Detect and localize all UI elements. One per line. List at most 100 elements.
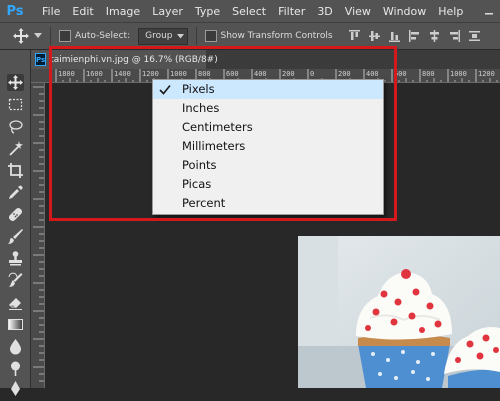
menu-item-centimeters[interactable]: Centimeters	[153, 118, 383, 137]
menu-item-pixels[interactable]: Pixels	[153, 80, 383, 99]
document-tab-bar: Ps taimienphi.vn.jpg @ 16.7% (RGB/8#)	[31, 50, 500, 69]
ruler-tick-label: 0	[310, 70, 315, 78]
menu-file[interactable]: File	[36, 5, 66, 18]
menu-image[interactable]: Image	[100, 5, 146, 18]
menu-item-label: Percent	[182, 196, 226, 210]
align-buttons	[348, 30, 480, 42]
ruler-tick-label: 1200	[478, 70, 495, 78]
ruler-tick-label: 1800	[58, 70, 75, 78]
menu-select[interactable]: Select	[226, 5, 272, 18]
ruler-tick-label: 800	[198, 70, 211, 78]
magic-wand-icon	[9, 141, 23, 156]
menu-item-points[interactable]: Points	[153, 156, 383, 175]
menu-filter[interactable]: Filter	[272, 5, 311, 18]
clone-stamp-tool-button[interactable]	[7, 250, 24, 267]
move-tool-icon[interactable]	[12, 27, 30, 45]
auto-select-label: Auto-Select:	[75, 31, 131, 41]
blur-icon	[10, 339, 21, 355]
auto-select-value: Group	[145, 30, 173, 41]
dodge-tool-button[interactable]	[7, 360, 24, 377]
checkmark-icon	[159, 84, 171, 95]
menu-item-percent[interactable]: Percent	[153, 194, 383, 213]
pen-icon	[11, 381, 20, 396]
history-brush-icon	[8, 272, 23, 287]
ruler-tick-label: 1000	[450, 70, 467, 78]
ruler-left[interactable]	[31, 83, 45, 388]
ruler-tick-label: 600	[226, 70, 239, 78]
menu-item-label: Picas	[182, 177, 212, 191]
menu-item-inches[interactable]: Inches	[153, 99, 383, 118]
lasso-tool-button[interactable]	[7, 118, 24, 135]
eraser-tool-button[interactable]	[7, 294, 24, 311]
dodge-icon	[11, 361, 20, 376]
document-title: taimienphi.vn.jpg @ 16.7% (RGB/8#)	[50, 54, 218, 65]
marquee-icon	[8, 98, 23, 111]
tools-panel	[0, 50, 31, 396]
menu-window[interactable]: Window	[377, 5, 432, 18]
eyedropper-icon	[9, 185, 23, 199]
menu-view[interactable]: View	[339, 5, 377, 18]
healing-brush-icon	[8, 207, 23, 222]
align-bottom-icon[interactable]	[388, 30, 400, 42]
cupcake-image	[298, 236, 500, 388]
history-brush-tool-button[interactable]	[7, 272, 24, 289]
menu-layer[interactable]: Layer	[146, 5, 189, 18]
ruler-units-menu: Pixels Inches Centimeters Millimeters Po…	[152, 79, 384, 215]
ruler-left-ticks	[33, 86, 44, 382]
separator	[50, 27, 51, 45]
chevron-down-icon[interactable]	[34, 33, 42, 39]
healing-brush-tool-button[interactable]	[7, 206, 24, 223]
magic-wand-tool-button[interactable]	[7, 140, 24, 157]
menu-help[interactable]: Help	[432, 5, 469, 18]
menu-item-label: Points	[182, 158, 217, 172]
gradient-icon	[8, 319, 23, 330]
options-bar: Auto-Select: Group Show Transform Contro…	[0, 22, 500, 50]
lasso-icon	[9, 120, 23, 134]
ruler-tick-label: 1600	[86, 70, 103, 78]
ruler-tick-label: 200	[282, 70, 295, 78]
move-icon	[8, 75, 23, 90]
align-left-icon[interactable]	[408, 30, 420, 42]
menu-type[interactable]: Type	[189, 5, 226, 18]
photoshop-doc-icon: Ps	[35, 53, 47, 66]
auto-select-checkbox[interactable]	[59, 30, 71, 42]
ruler-tick-label: 400	[366, 70, 379, 78]
show-transform-checkbox[interactable]	[204, 30, 217, 42]
ruler-tick-label: 1000	[170, 70, 187, 78]
document-tab[interactable]: Ps taimienphi.vn.jpg @ 16.7% (RGB/8#)	[31, 50, 218, 69]
minimize-icon[interactable]	[484, 6, 494, 16]
main-menu: File Edit Image Layer Type Select Filter…	[36, 5, 469, 18]
menu-bar: Ps File Edit Image Layer Type Select Fil…	[0, 0, 500, 22]
align-vertical-center-icon[interactable]	[368, 30, 380, 42]
brush-icon	[8, 229, 23, 244]
marquee-tool-button[interactable]	[7, 96, 24, 113]
separator	[195, 27, 197, 45]
distribute-icon[interactable]	[468, 30, 480, 42]
menu-item-picas[interactable]: Picas	[153, 175, 383, 194]
clone-stamp-icon	[9, 251, 22, 266]
ruler-tick-label: 800	[422, 70, 435, 78]
crop-tool-button[interactable]	[7, 162, 24, 179]
move-tool-button[interactable]	[7, 74, 24, 91]
eyedropper-tool-button[interactable]	[7, 184, 24, 201]
show-transform-label: Show Transform Controls	[220, 31, 333, 41]
menu-3d[interactable]: 3D	[311, 5, 338, 18]
eraser-icon	[9, 298, 22, 310]
menu-item-millimeters[interactable]: Millimeters	[153, 137, 383, 156]
align-right-icon[interactable]	[449, 30, 460, 42]
brush-tool-button[interactable]	[7, 228, 24, 245]
blur-tool-button[interactable]	[7, 338, 24, 355]
ruler-tick-label: 1400	[114, 70, 131, 78]
ruler-tick-label: 400	[254, 70, 267, 78]
align-top-icon[interactable]	[348, 30, 360, 42]
ruler-tick-label: 200	[338, 70, 351, 78]
ruler-tick-label: 600	[394, 70, 407, 78]
pen-tool-button[interactable]	[7, 380, 24, 397]
menu-item-label: Pixels	[182, 82, 215, 96]
align-horizontal-center-icon[interactable]	[429, 30, 440, 42]
photoshop-logo: Ps	[6, 3, 24, 19]
auto-select-dropdown[interactable]: Group	[138, 27, 188, 45]
gradient-tool-button[interactable]	[7, 316, 24, 333]
window-controls	[484, 6, 500, 16]
menu-edit[interactable]: Edit	[66, 5, 99, 18]
